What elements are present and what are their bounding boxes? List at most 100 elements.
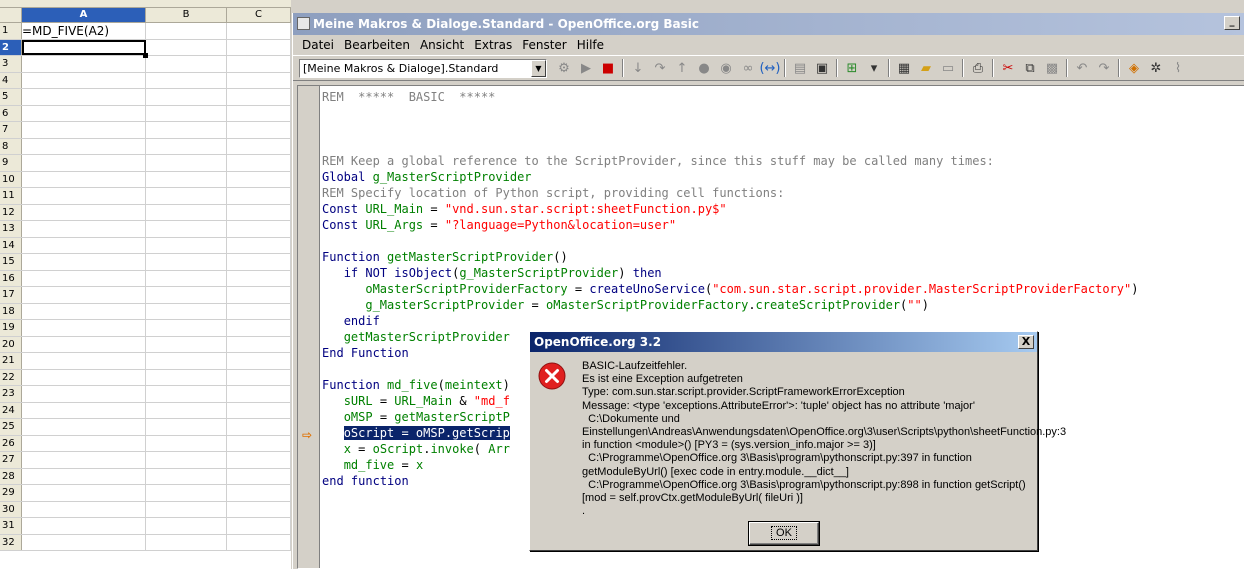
row-header[interactable]: 21 <box>0 353 22 369</box>
cell[interactable] <box>22 138 146 154</box>
cell[interactable] <box>146 320 227 336</box>
cell[interactable] <box>22 402 146 418</box>
cell[interactable] <box>227 501 291 517</box>
watch-icon[interactable]: ∞ <box>737 58 759 78</box>
cell[interactable] <box>227 402 291 418</box>
cell[interactable] <box>227 320 291 336</box>
library-select[interactable]: [Meine Makros & Dialoge].Standard ▼ <box>299 58 547 78</box>
code-line[interactable]: REM Keep a global reference to the Scrip… <box>322 153 1244 169</box>
save-source-icon[interactable]: ▾ <box>863 58 885 78</box>
cell[interactable] <box>227 485 291 501</box>
row-header[interactable]: 30 <box>0 501 22 517</box>
cell[interactable] <box>227 287 291 303</box>
cell[interactable] <box>22 56 146 72</box>
cell[interactable] <box>146 518 227 534</box>
minimize-icon[interactable]: _ <box>1224 16 1240 30</box>
cell[interactable] <box>22 336 146 352</box>
code-line[interactable]: Const URL_Args = "?language=Python&locat… <box>322 217 1244 233</box>
copy-icon[interactable]: ⧉ <box>1019 58 1041 78</box>
cell[interactable] <box>146 89 227 105</box>
row-header[interactable]: 14 <box>0 237 22 253</box>
cell[interactable] <box>146 39 227 55</box>
row-header[interactable]: 26 <box>0 435 22 451</box>
step-over-icon[interactable]: ↷ <box>649 58 671 78</box>
row-header[interactable]: 29 <box>0 485 22 501</box>
cell[interactable] <box>22 303 146 319</box>
cell[interactable] <box>22 353 146 369</box>
code-line[interactable]: g_MasterScriptProvider = oMasterScriptPr… <box>322 297 1244 313</box>
stop-icon[interactable]: ■ <box>597 58 619 78</box>
cell[interactable] <box>227 23 291 39</box>
cut-icon[interactable]: ✂ <box>997 58 1019 78</box>
code-line[interactable]: REM ***** BASIC ***** <box>322 89 1244 105</box>
cell[interactable] <box>22 534 146 550</box>
row-header[interactable]: 24 <box>0 402 22 418</box>
cell[interactable] <box>227 468 291 484</box>
run-icon[interactable]: ▶ <box>575 58 597 78</box>
cell[interactable] <box>146 122 227 138</box>
redo-icon[interactable]: ↷ <box>1093 58 1115 78</box>
row-header[interactable]: 19 <box>0 320 22 336</box>
code-line[interactable]: Global g_MasterScriptProvider <box>322 169 1244 185</box>
cell[interactable] <box>146 386 227 402</box>
row-header[interactable]: 12 <box>0 204 22 220</box>
row-header[interactable]: 17 <box>0 287 22 303</box>
cell[interactable] <box>227 369 291 385</box>
cell[interactable] <box>146 485 227 501</box>
code-line[interactable]: oMasterScriptProviderFactory = createUno… <box>322 281 1244 297</box>
cell[interactable] <box>22 270 146 286</box>
cell[interactable] <box>146 336 227 352</box>
menu-ansicht[interactable]: Ansicht <box>415 38 469 52</box>
cell[interactable] <box>227 254 291 270</box>
select-all-corner[interactable] <box>0 8 22 22</box>
row-header[interactable]: 22 <box>0 369 22 385</box>
cell[interactable] <box>146 204 227 220</box>
cell[interactable] <box>146 534 227 550</box>
cell[interactable] <box>227 336 291 352</box>
cell[interactable] <box>146 56 227 72</box>
row-header[interactable]: 8 <box>0 138 22 154</box>
breakpoint-icon[interactable]: ● <box>693 58 715 78</box>
code-line[interactable] <box>322 105 1244 121</box>
cell[interactable] <box>22 155 146 171</box>
cell[interactable] <box>227 518 291 534</box>
cell[interactable] <box>22 89 146 105</box>
object-catalog-icon[interactable]: ▤ <box>789 58 811 78</box>
cell[interactable] <box>146 23 227 39</box>
find-parentheses-icon[interactable]: (↔) <box>759 58 781 78</box>
row-header[interactable]: 25 <box>0 419 22 435</box>
cell[interactable] <box>146 138 227 154</box>
cell[interactable] <box>22 204 146 220</box>
row-header[interactable]: 20 <box>0 336 22 352</box>
cell[interactable] <box>227 435 291 451</box>
cell[interactable] <box>227 534 291 550</box>
cell[interactable] <box>22 221 146 237</box>
cell[interactable] <box>22 435 146 451</box>
row-header[interactable]: 16 <box>0 270 22 286</box>
close-icon[interactable]: X <box>1018 335 1034 349</box>
row-header[interactable]: 7 <box>0 122 22 138</box>
cell[interactable] <box>146 468 227 484</box>
cell[interactable] <box>227 122 291 138</box>
active-cell[interactable] <box>22 39 148 58</box>
compile-icon[interactable]: ⚙ <box>553 58 575 78</box>
cell[interactable] <box>227 155 291 171</box>
cell[interactable] <box>227 452 291 468</box>
row-header[interactable]: 6 <box>0 105 22 121</box>
row-header[interactable]: 31 <box>0 518 22 534</box>
cell[interactable] <box>146 171 227 187</box>
code-line[interactable]: Function getMasterScriptProvider() <box>322 249 1244 265</box>
cell[interactable] <box>146 237 227 253</box>
cell[interactable] <box>146 105 227 121</box>
step-out-icon[interactable]: ↑ <box>671 58 693 78</box>
cell[interactable] <box>22 320 146 336</box>
ok-button[interactable]: OK <box>748 521 820 546</box>
module-icon[interactable]: ⌇ <box>1167 58 1189 78</box>
cell[interactable] <box>227 171 291 187</box>
cell[interactable] <box>227 353 291 369</box>
cell[interactable] <box>227 72 291 88</box>
menu-extras[interactable]: Extras <box>469 38 517 52</box>
row-header[interactable]: 11 <box>0 188 22 204</box>
save-icon[interactable]: ▭ <box>937 58 959 78</box>
row-header[interactable]: 10 <box>0 171 22 187</box>
